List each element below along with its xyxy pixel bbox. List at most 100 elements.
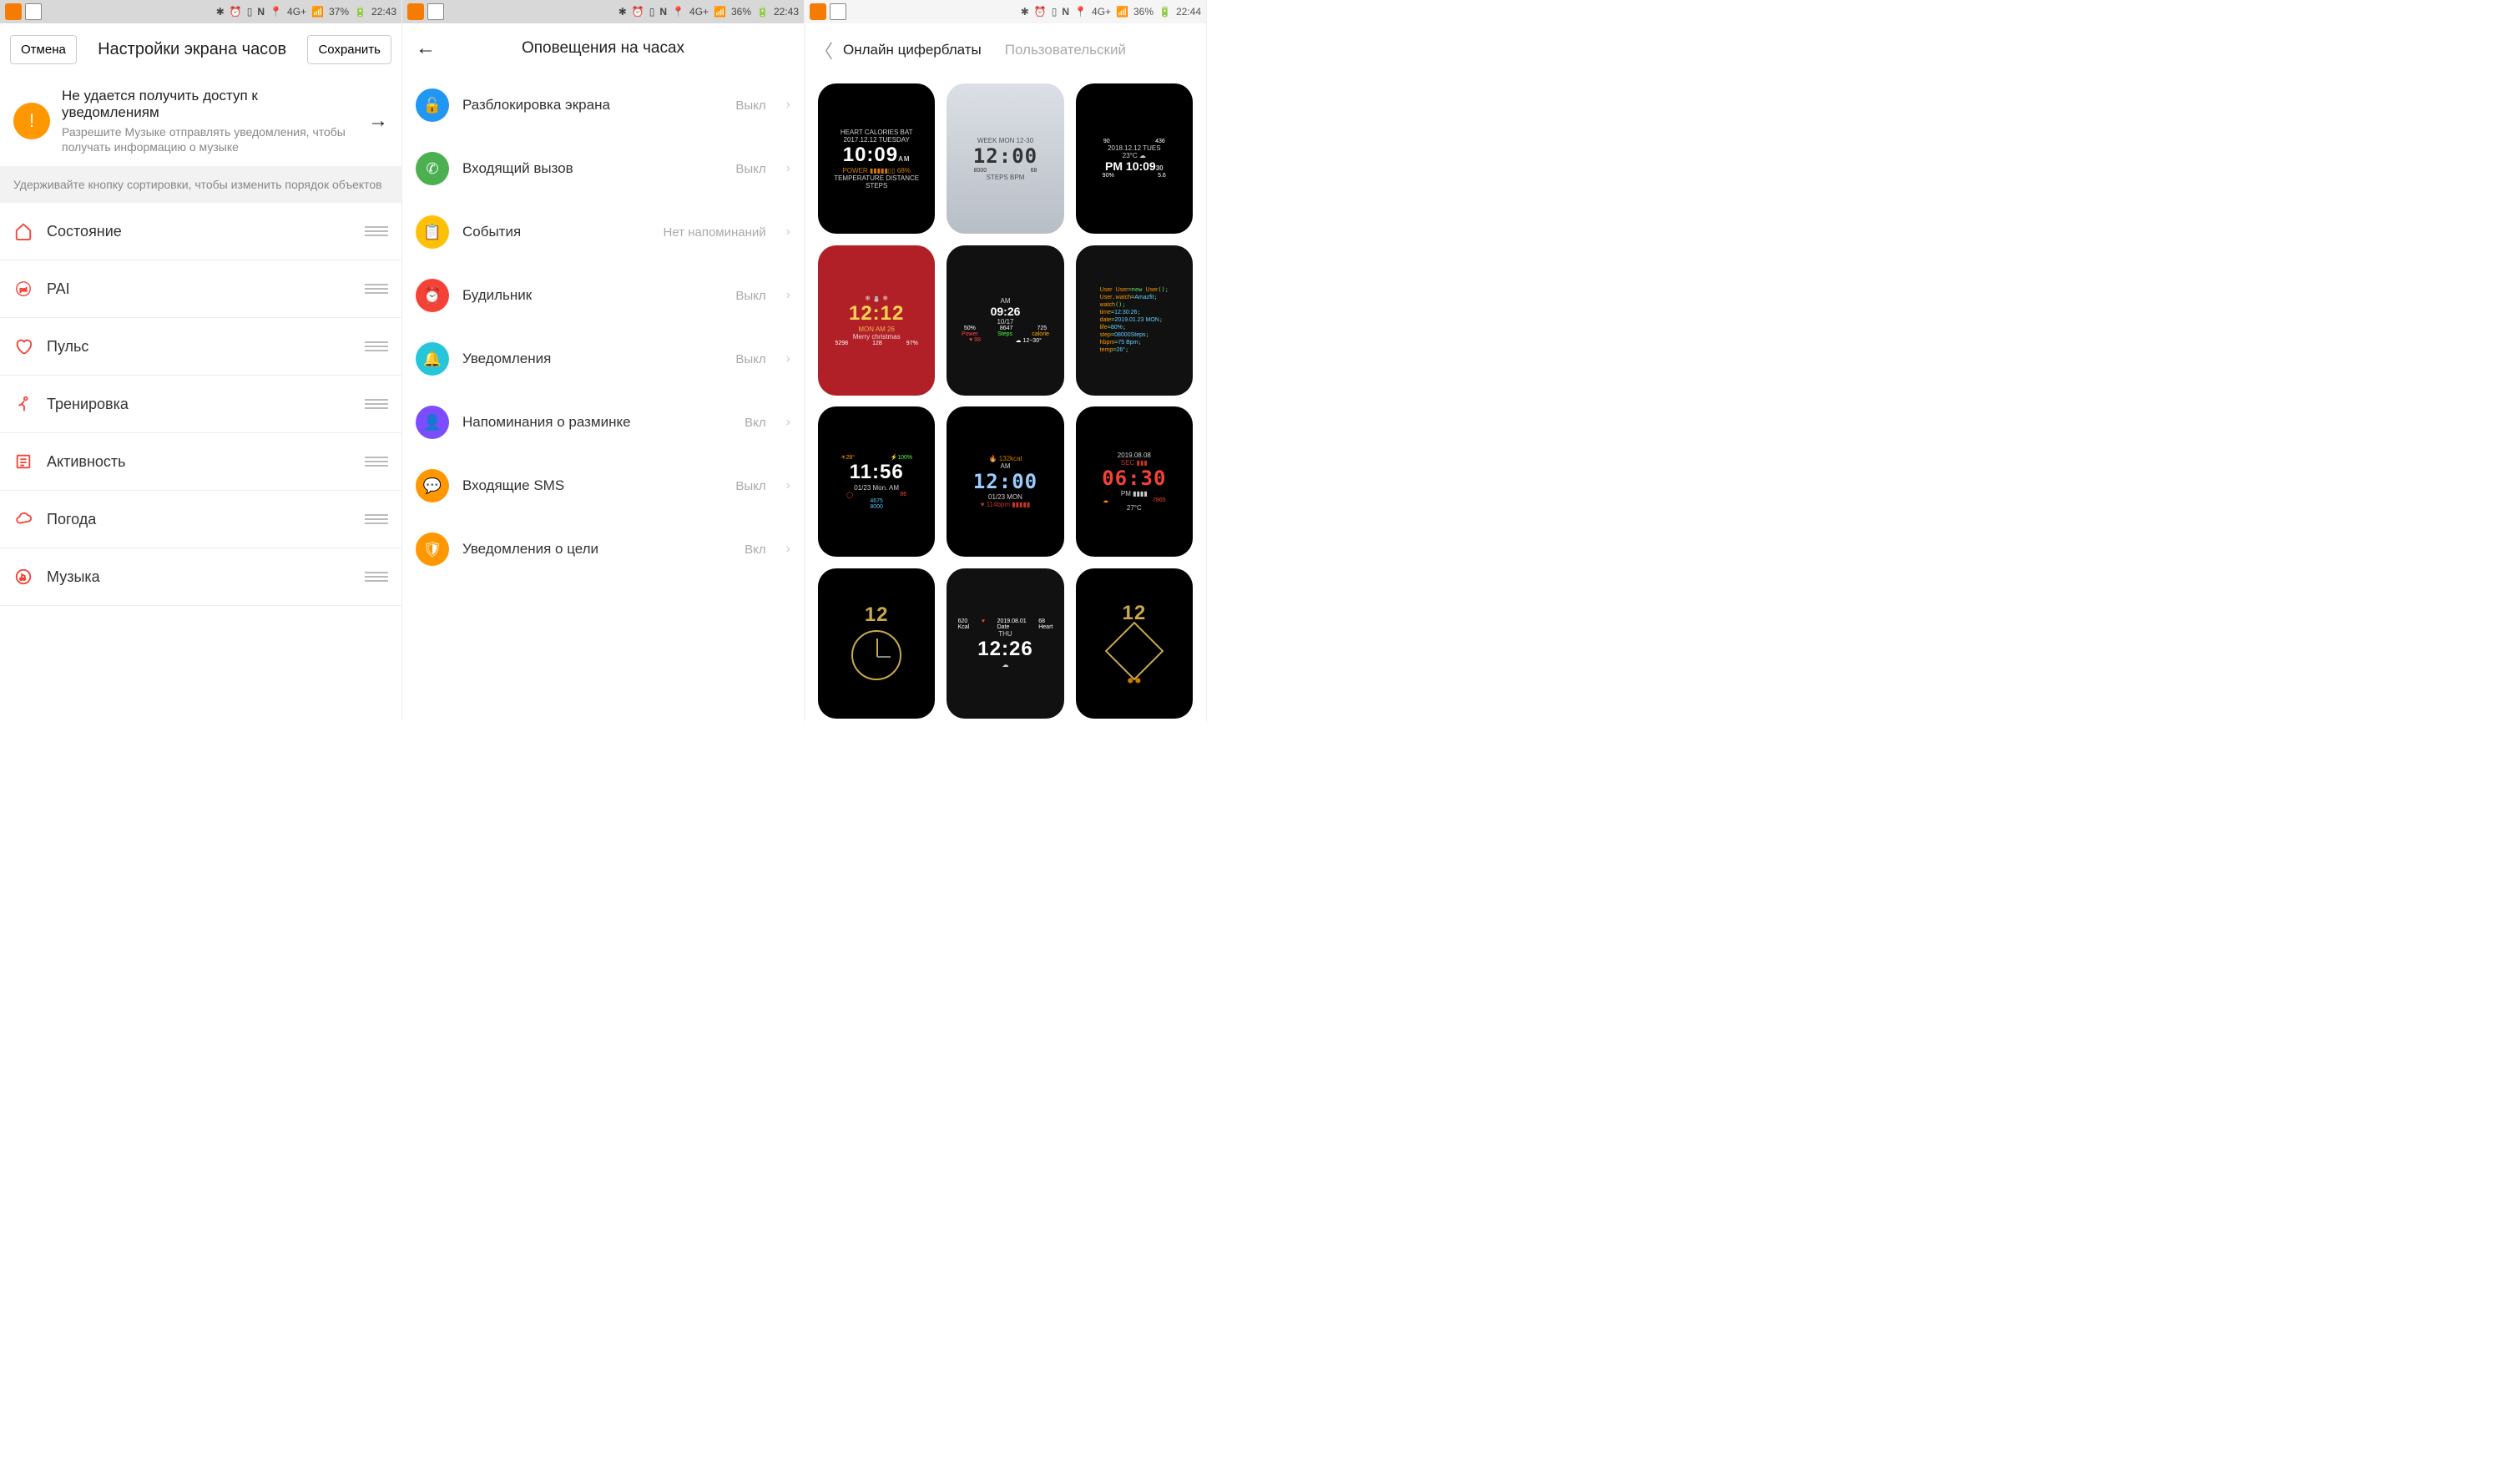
page-title: Настройки экрана часов	[98, 40, 286, 59]
alert-row[interactable]: 👤 Напоминания о разминке Вкл ›	[402, 391, 804, 454]
status-bar: ✱ ⏰ ▯ N 📍 4G+ 📶 36% 🔋 22:44	[805, 0, 1206, 23]
watchface-thumb[interactable]: AM09:2610/1750%8647725PowerStepscalorie♥…	[947, 245, 1063, 396]
status-bar: ✱ ⏰ ▯ N 📍 4G+ 📶 37% 🔋 22:43	[0, 0, 401, 23]
nfc-icon: N	[1062, 6, 1069, 18]
back-button[interactable]: ←	[416, 37, 436, 60]
watchface-thumb[interactable]: WEEK MON 12-3012:00800068STEPS BPM	[947, 83, 1063, 234]
watchface-thumb[interactable]: 🔥 132kcalAM12:0001/23 MON♥ 114bpm ▮▮▮▮▮	[947, 406, 1063, 557]
battery-icon: 🔋	[1159, 6, 1171, 18]
item-label: Активность	[47, 453, 351, 471]
battery-label: 36%	[731, 6, 751, 18]
item-label: Тренировка	[47, 396, 351, 413]
alert-row[interactable]: ⏰ Будильник Выкл ›	[402, 264, 804, 327]
run-icon	[13, 394, 33, 414]
calendar-icon	[427, 3, 444, 20]
alert-value: Вкл	[745, 543, 766, 557]
alert-row[interactable]: ✆ Входящий вызов Выкл ›	[402, 137, 804, 200]
watchface-thumb[interactable]: HEART CALORIES BAT2017.12.12 TUESDAY10:0…	[818, 83, 935, 234]
watchface-thumb[interactable]: 2019.08.08SEC ▮▮▮06:30PM ▮▮▮▮☁786527°C	[1076, 406, 1193, 557]
sort-hint: Удерживайте кнопку сортировки, чтобы изм…	[0, 166, 401, 203]
list-item-weather[interactable]: Погода	[0, 491, 401, 548]
alert-label: Разблокировка экрана	[462, 97, 722, 114]
drag-handle-icon[interactable]	[365, 341, 388, 351]
alert-value: Выкл	[735, 98, 765, 113]
heart-icon	[13, 336, 33, 356]
network-label: 4G+	[1092, 6, 1111, 18]
list-item-pai[interactable]: pai PAI	[0, 260, 401, 318]
alert-label: События	[462, 224, 650, 240]
list-item-workout[interactable]: Тренировка	[0, 376, 401, 433]
cancel-button[interactable]: Отмена	[10, 35, 77, 64]
watchface-thumb[interactable]: User User=new User();User.watch=Amazfit;…	[1076, 245, 1193, 396]
item-label: Пульс	[47, 338, 351, 356]
screen-watch-settings: ✱ ⏰ ▯ N 📍 4G+ 📶 37% 🔋 22:43 Отмена Настр…	[0, 0, 402, 721]
drag-handle-icon[interactable]	[365, 399, 388, 409]
warning-icon: !	[13, 103, 50, 139]
watchface-thumb[interactable]: 12	[818, 568, 935, 719]
alert-row[interactable]: 💬 Входящие SMS Выкл ›	[402, 454, 804, 517]
app-icon	[407, 3, 424, 20]
list-item-music[interactable]: Музыка	[0, 548, 401, 606]
item-label: Погода	[47, 511, 351, 528]
watchface-thumb[interactable]: ☀28°⚡100%11:5601/23 Mon. AM◯8646758000	[818, 406, 935, 557]
network-label: 4G+	[689, 6, 709, 18]
bluetooth-icon: ✱	[1021, 6, 1029, 18]
chevron-right-icon: ›	[786, 478, 790, 493]
chevron-right-icon: ›	[786, 415, 790, 430]
cloud-icon	[13, 509, 33, 529]
drag-handle-icon[interactable]	[365, 284, 388, 294]
drag-handle-icon[interactable]	[365, 457, 388, 467]
drag-handle-icon[interactable]	[365, 226, 388, 236]
signal-icon: 📶	[311, 6, 324, 18]
alert-label: Входящие SMS	[462, 477, 722, 494]
pai-icon: pai	[13, 279, 33, 299]
alert-row[interactable]: 📋 События Нет напоминаний ›	[402, 200, 804, 264]
screen-watch-alerts: ✱ ⏰ ▯ N 📍 4G+ 📶 36% 🔋 22:43 ← Оповещения…	[402, 0, 805, 721]
back-button[interactable]: 〈	[815, 37, 833, 63]
location-icon: 📍	[1074, 6, 1087, 18]
location-icon: 📍	[672, 6, 684, 18]
drag-handle-icon[interactable]	[365, 572, 388, 582]
alert-icon: ⏰	[416, 279, 449, 312]
settings-list: Состояние pai PAI Пульс Тренировка Актив…	[0, 203, 401, 606]
alert-row[interactable]: 🛡 Уведомления о цели Вкл ›	[402, 517, 804, 581]
save-button[interactable]: Сохранить	[307, 35, 391, 64]
alert-value: Нет напоминаний	[664, 225, 766, 240]
alert-row[interactable]: 🔓 Разблокировка экрана Выкл ›	[402, 73, 804, 137]
bluetooth-icon: ✱	[618, 6, 627, 18]
header: ← Оповещения на часах	[402, 23, 804, 73]
signal-icon: 📶	[714, 6, 726, 18]
watchface-thumb[interactable]: 904362018.12.12 TUES23°C ☁PM 10:093090%5…	[1076, 83, 1193, 234]
vibrate-icon: ▯	[649, 6, 655, 18]
chevron-right-icon: ›	[786, 161, 790, 176]
alarm-icon: ⏰	[632, 6, 644, 18]
watchface-thumb[interactable]: 12⬢ ⬢	[1076, 568, 1193, 719]
list-item-heartrate[interactable]: Пульс	[0, 318, 401, 376]
screen-watch-faces: ✱ ⏰ ▯ N 📍 4G+ 📶 36% 🔋 22:44 〈 Онлайн циф…	[805, 0, 1207, 721]
watchface-grid[interactable]: HEART CALORIES BAT2017.12.12 TUESDAY10:0…	[805, 77, 1206, 721]
status-bar: ✱ ⏰ ▯ N 📍 4G+ 📶 36% 🔋 22:43	[402, 0, 804, 23]
notification-access-warning[interactable]: ! Не удается получить доступ к уведомлен…	[0, 76, 401, 166]
alert-row[interactable]: 🔔 Уведомления Выкл ›	[402, 327, 804, 391]
chevron-right-icon: ›	[786, 351, 790, 366]
list-item-status[interactable]: Состояние	[0, 203, 401, 260]
tab-custom[interactable]: Пользовательский	[1005, 42, 1126, 58]
list-icon	[13, 452, 33, 472]
alerts-list: 🔓 Разблокировка экрана Выкл › ✆ Входящий…	[402, 73, 804, 581]
location-icon: 📍	[270, 6, 282, 18]
item-label: Состояние	[47, 223, 351, 240]
alert-icon: 💬	[416, 469, 449, 502]
drag-handle-icon[interactable]	[365, 514, 388, 524]
watchface-thumb[interactable]: 620Kcal♥2019.08.01Date68HeartTHU12:26☁	[947, 568, 1063, 719]
battery-label: 37%	[329, 6, 349, 18]
battery-icon: 🔋	[354, 6, 366, 18]
watchface-thumb[interactable]: ❄ ⛄ ❄12:12MON AM 26Merry christmas529812…	[818, 245, 935, 396]
chevron-right-icon: ›	[786, 542, 790, 557]
tab-online[interactable]: Онлайн циферблаты	[843, 42, 982, 58]
music-icon	[13, 567, 33, 587]
chevron-right-icon: ›	[786, 98, 790, 113]
list-item-activity[interactable]: Активность	[0, 433, 401, 491]
alert-value: Выкл	[735, 289, 765, 303]
alert-icon: 🛡	[416, 533, 449, 566]
svg-text:pai: pai	[20, 287, 28, 293]
